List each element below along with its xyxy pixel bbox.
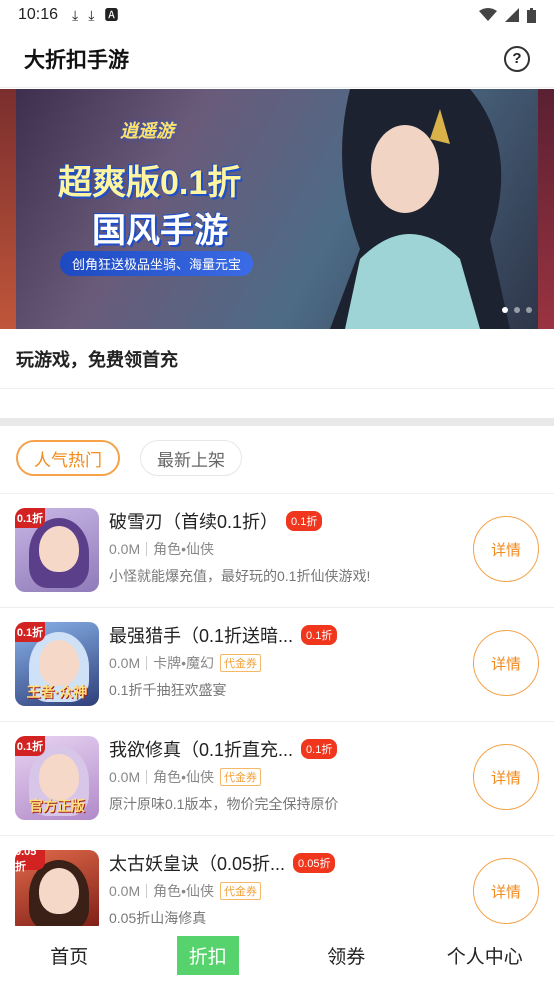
game-thumbnail: 0.1折 王者·众神 — [15, 622, 99, 706]
category-tabs: 人气热门 最新上架 — [0, 440, 554, 480]
game-row[interactable]: 0.1折 王者·众神 最强猎手（0.1折送暗... 0.1折 0.0M 卡牌•魔… — [0, 608, 554, 722]
game-row[interactable]: 0.1折 官方正版 我欲修真（0.1折直充... 0.1折 0.0M 角色•仙侠… — [0, 722, 554, 836]
tab-newest[interactable]: 最新上架 — [140, 440, 242, 476]
game-meta: 0.0M 卡牌•魔幻 代金券 — [109, 653, 262, 673]
discount-badge: 0.1折 — [301, 625, 338, 645]
nav-home-label: 首页 — [50, 946, 89, 968]
game-title: 破雪刃（首续0.1折） — [109, 512, 279, 532]
game-size: 0.0M — [109, 883, 141, 899]
game-thumbnail: 0.1折 — [15, 508, 99, 592]
signal-icon — [505, 8, 519, 22]
game-title: 最强猎手（0.1折送暗... — [109, 626, 294, 646]
font-icon: 🅰 — [104, 7, 119, 23]
battery-icon — [527, 7, 536, 23]
discount-badge: 0.1折 — [301, 739, 338, 759]
game-description: 原汁原味0.1版本，物价完全保持原价 — [109, 796, 339, 812]
page-title: 大折扣手游 — [24, 48, 129, 72]
game-tags: 角色•仙侠 — [153, 769, 215, 785]
game-list: 0.1折 破雪刃（首续0.1折） 0.1折 0.0M 角色•仙侠 小怪就能爆充值… — [0, 494, 554, 926]
bottom-nav: 首页 折扣 领券 个人中心 — [0, 926, 554, 984]
game-row[interactable]: 0.05折 太古妖皇诀（0.05折... 0.05折 0.0M 角色•仙侠 代金… — [0, 836, 554, 926]
banner-character-illustration — [330, 89, 510, 329]
tab-popular[interactable]: 人气热门 — [16, 440, 120, 476]
voucher-tag: 代金券 — [220, 882, 262, 900]
nav-profile[interactable]: 个人中心 — [416, 936, 554, 975]
game-tags: 角色•仙侠 — [153, 541, 215, 557]
status-bar: 10:16 ⤓ ⤓ 🅰 — [0, 0, 554, 30]
thumb-caption: 官方正版 — [29, 798, 85, 814]
status-time: 10:16 — [18, 6, 59, 23]
nav-home[interactable]: 首页 — [0, 936, 139, 975]
voucher-tag: 代金券 — [220, 768, 262, 786]
game-description: 0.1折千抽狂欢盛宴 — [109, 682, 227, 698]
promo-bar[interactable]: 玩游戏，免费领首充 — [0, 329, 554, 389]
thumb-discount-label: 0.05折 — [15, 850, 45, 873]
detail-button[interactable]: 详情 — [473, 744, 539, 810]
promo-text: 玩游戏，免费领首充 — [16, 349, 178, 370]
game-meta: 0.0M 角色•仙侠 — [109, 539, 214, 559]
nav-profile-label: 个人中心 — [446, 946, 523, 968]
discount-badge: 0.05折 — [293, 853, 336, 873]
game-tags: 角色•仙侠 — [153, 883, 215, 899]
game-title-line: 最强猎手（0.1折送暗... 0.1折 — [109, 622, 338, 648]
download-icon: ⤓ — [88, 6, 95, 23]
game-size: 0.0M — [109, 769, 141, 785]
banner-prev-peek — [0, 89, 16, 329]
nav-coupons-label: 领券 — [327, 946, 366, 968]
game-description: 小怪就能爆充值，最好玩的0.1折仙侠游戏! — [109, 568, 371, 584]
game-size: 0.0M — [109, 655, 141, 671]
section-divider — [0, 418, 554, 426]
game-title-line: 我欲修真（0.1折直充... 0.1折 — [109, 736, 338, 762]
game-thumbnail: 0.05折 — [15, 850, 99, 926]
nav-discount[interactable]: 折扣 — [139, 935, 278, 975]
thumb-discount-label: 0.1折 — [15, 508, 45, 528]
thumb-discount-label: 0.1折 — [15, 622, 45, 642]
detail-button[interactable]: 详情 — [473, 516, 539, 582]
thumb-discount-label: 0.1折 — [15, 736, 45, 756]
nav-coupons[interactable]: 领券 — [277, 936, 416, 975]
game-title-line: 太古妖皇诀（0.05折... 0.05折 — [109, 850, 336, 876]
carousel-dots — [502, 307, 532, 313]
detail-button[interactable]: 详情 — [473, 630, 539, 696]
carousel-dot[interactable] — [514, 307, 520, 313]
game-title: 我欲修真（0.1折直充... — [109, 740, 294, 760]
game-title-line: 破雪刃（首续0.1折） 0.1折 — [109, 508, 323, 534]
game-description: 0.05折山海修真 — [109, 910, 207, 926]
carousel-dot[interactable] — [526, 307, 532, 313]
game-meta: 0.0M 角色•仙侠 代金券 — [109, 881, 262, 901]
banner-headline: 超爽版0.1折 — [58, 164, 242, 202]
voucher-tag: 代金券 — [220, 654, 262, 672]
game-size: 0.0M — [109, 541, 141, 557]
app-header: 大折扣手游 ? — [0, 30, 554, 88]
game-tags: 卡牌•魔幻 — [153, 655, 215, 671]
thumb-caption: 王者·众神 — [26, 684, 88, 700]
banner-carousel[interactable]: 逍遥游 超爽版0.1折 国风手游 创角狂送极品坐骑、海量元宝 — [0, 89, 554, 329]
carousel-dot[interactable] — [502, 307, 508, 313]
wifi-icon — [479, 8, 497, 21]
nav-discount-label: 折扣 — [176, 935, 239, 975]
game-title: 太古妖皇诀（0.05折... — [109, 854, 286, 874]
game-row[interactable]: 0.1折 破雪刃（首续0.1折） 0.1折 0.0M 角色•仙侠 小怪就能爆充值… — [0, 494, 554, 608]
banner-logo: 逍遥游 — [120, 121, 174, 141]
discount-badge: 0.1折 — [286, 511, 323, 531]
help-chat-icon[interactable]: ? — [504, 45, 530, 72]
download-icon: ⤓ — [72, 6, 79, 23]
detail-button[interactable]: 详情 — [473, 858, 539, 924]
status-right — [479, 7, 536, 23]
banner-headline-2: 国风手游 — [92, 212, 228, 250]
banner-next-peek — [538, 89, 554, 329]
game-meta: 0.0M 角色•仙侠 代金券 — [109, 767, 262, 787]
banner-subtitle: 创角狂送极品坐骑、海量元宝 — [60, 251, 254, 276]
game-thumbnail: 0.1折 官方正版 — [15, 736, 99, 820]
